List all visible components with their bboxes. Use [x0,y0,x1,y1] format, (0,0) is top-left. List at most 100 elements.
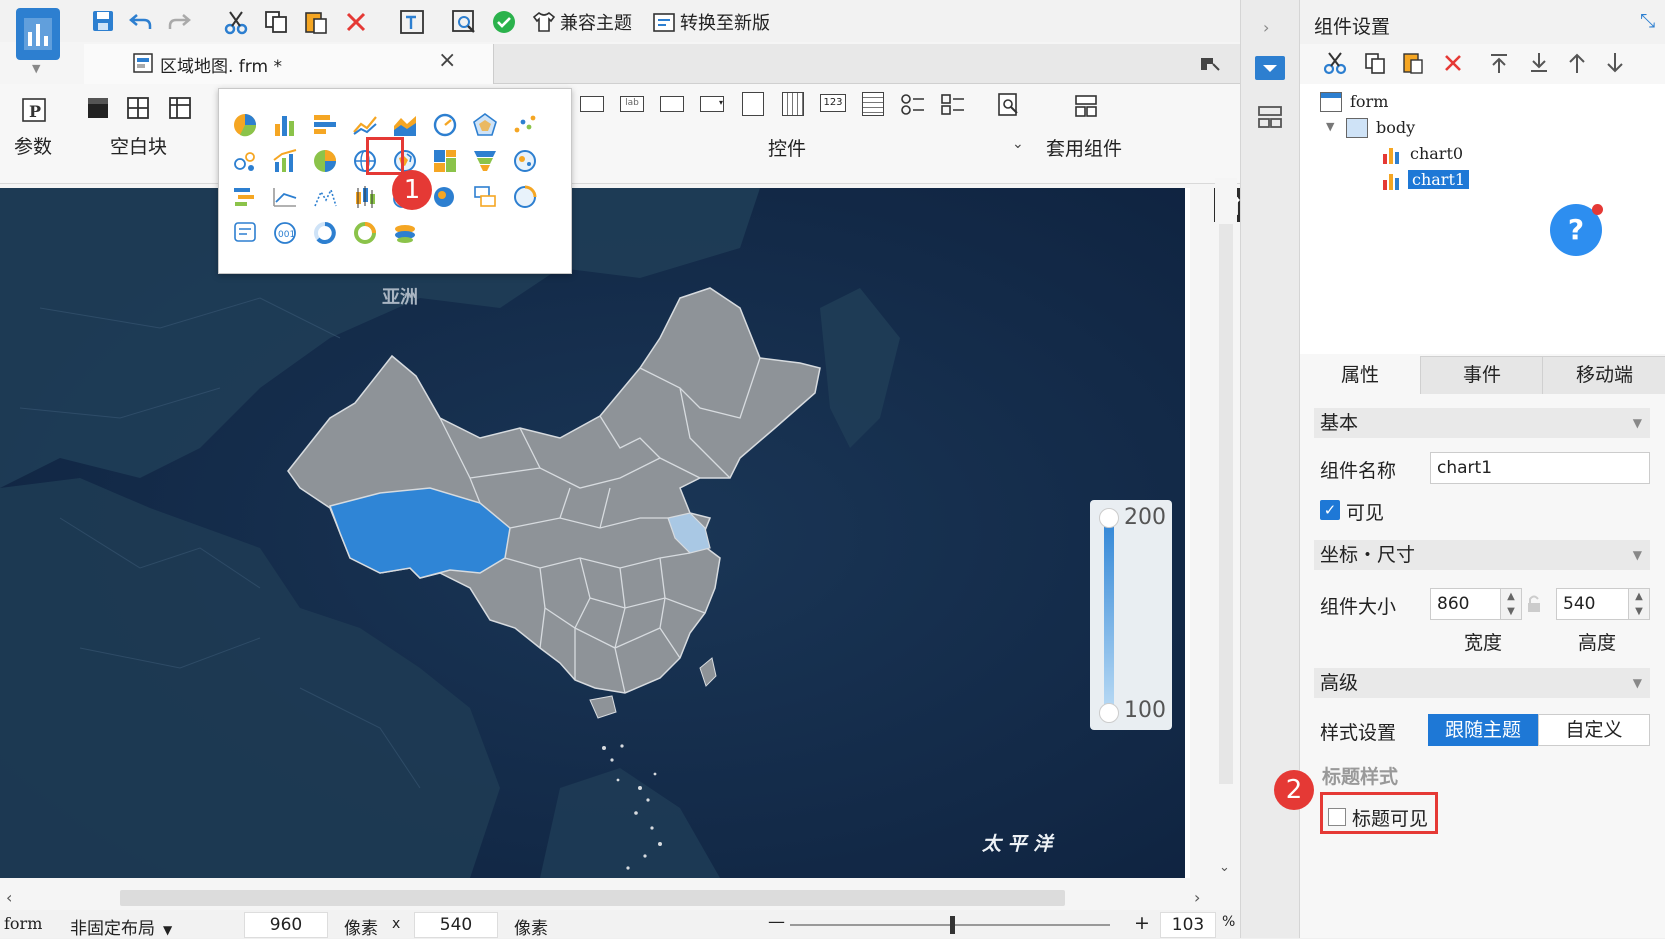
logo-dropdown-icon[interactable]: ▼ [32,62,40,75]
panel-delete-icon[interactable] [1440,50,1466,76]
progress-ring-icon[interactable] [511,183,539,211]
split-block-icon[interactable] [124,94,152,122]
template-component-icon[interactable] [1072,92,1100,120]
app-logo[interactable] [16,8,60,60]
control-expand-icon[interactable]: ⌄ [1012,136,1024,152]
bubble-chart-icon[interactable] [231,147,259,175]
style-follow-theme-button[interactable]: 跟随主题 [1428,714,1538,746]
point-map-icon[interactable] [511,147,539,175]
save-icon[interactable] [90,8,116,34]
panel-paste-icon[interactable] [1400,50,1426,76]
coord-section-header[interactable]: 坐标・尺寸 ▼ [1314,540,1650,570]
visible-checkbox[interactable]: ✓ [1320,500,1340,520]
undo-icon[interactable] [128,8,154,34]
parameter-icon[interactable]: P [20,96,48,124]
gantt-chart-icon[interactable] [231,183,259,211]
tree-node-chart1-selected[interactable]: chart1 [1408,170,1470,189]
collapse-panel-icon[interactable]: ⤡ [1640,10,1655,32]
tree-node-chart0[interactable]: chart0 [1410,144,1463,163]
tab-properties[interactable]: 属性 [1300,356,1421,394]
3d-pie-icon[interactable] [311,147,339,175]
radar-chart-icon[interactable] [471,111,499,139]
theme-button[interactable]: 兼容主题 [532,8,632,36]
tree-node-body[interactable]: body [1376,118,1415,137]
gauge-chart-icon[interactable] [431,111,459,139]
range-chart-icon[interactable] [271,183,299,211]
china-region-map[interactable]: 亚洲 太 平 洋 [0,188,1190,878]
text-chart-icon[interactable] [231,219,259,247]
advanced-section-header[interactable]: 高级 ▼ [1314,668,1650,698]
style-custom-button[interactable]: 自定义 [1538,714,1650,746]
zoom-in-button[interactable]: + [1134,912,1150,934]
tab-close-icon[interactable]: × [438,48,456,73]
tab-events[interactable]: 事件 [1422,356,1543,394]
area-chart-icon[interactable] [391,111,419,139]
visual-map-legend[interactable]: 200 100 [1090,500,1172,730]
panel-copy-icon[interactable] [1362,50,1388,76]
paste-icon[interactable] [302,8,330,36]
table-block-icon[interactable] [166,94,194,122]
zoom-input[interactable]: 103 [1160,912,1216,938]
preview-icon[interactable] [450,8,478,36]
scatter-chart-icon[interactable] [511,111,539,139]
donut-progress-icon[interactable] [311,219,339,247]
widget-frame-icon[interactable] [580,96,604,112]
layout-select[interactable]: 非固定布局 ▼ [70,914,172,939]
panel-cut-icon[interactable] [1322,50,1348,76]
delete-icon[interactable] [342,8,370,36]
zoom-out-button[interactable]: — [768,912,785,932]
vertical-scroll-thumb[interactable] [1219,224,1233,784]
widget-checkbox-icon[interactable] [940,92,966,118]
redo-icon[interactable] [166,8,192,34]
ring-chart-icon[interactable] [351,219,379,247]
pie-chart-icon[interactable] [231,111,259,139]
move-down-icon[interactable] [1602,50,1628,76]
tree-collapse-icon[interactable]: ▼ [1326,120,1334,133]
move-bottom-icon[interactable] [1526,50,1552,76]
canvas-width-input[interactable]: 960 [244,912,328,938]
file-tab[interactable]: 区域地图. frm * × [84,44,494,84]
move-up-icon[interactable] [1564,50,1590,76]
scroll-left-icon[interactable]: ‹ [6,888,12,907]
widget-list-icon[interactable] [742,92,764,116]
legend-bottom-handle[interactable] [1099,703,1119,723]
tree-node-form[interactable]: form [1350,92,1388,111]
width-stepper[interactable]: ▲ ▼ [1500,588,1522,620]
widget-label-icon[interactable]: lab [620,96,644,112]
lock-ratio-icon[interactable] [1526,594,1542,614]
zoom-slider-handle[interactable] [950,916,955,934]
component-name-input[interactable]: chart1 [1430,452,1650,484]
widget-dropdown-icon[interactable]: ▾ [700,96,724,112]
stock-chart-icon[interactable] [351,183,379,211]
component-settings-icon[interactable] [1255,56,1285,80]
expand-right-icon[interactable]: › [1263,18,1269,37]
legend-top-handle[interactable] [1099,508,1119,528]
canvas-height-input[interactable]: 540 [414,912,498,938]
bar-chart-icon[interactable] [271,111,299,139]
frame-chart-icon[interactable] [311,183,339,211]
line-chart-icon[interactable] [351,111,379,139]
horizontal-scroll-thumb[interactable] [120,890,1065,906]
blank-block-icon[interactable] [84,94,112,122]
scroll-right-icon[interactable]: › [1194,888,1200,907]
cut-icon[interactable] [222,8,250,36]
pin-icon[interactable] [1196,50,1222,76]
tab-mobile[interactable]: 移动端 [1544,356,1665,394]
widget-calendar-icon[interactable] [782,92,804,116]
check-icon[interactable] [490,8,518,36]
kpi-card-icon[interactable]: 001 [271,219,299,247]
treemap-chart-icon[interactable] [431,147,459,175]
widget-textfield-icon[interactable] [660,96,684,112]
vertical-scrollbar[interactable]: ⌄ [1215,178,1237,878]
widget-radio-icon[interactable] [900,92,926,118]
scroll-down-icon[interactable]: ⌄ [1219,860,1230,875]
combo-chart-icon[interactable] [271,147,299,175]
convert-button[interactable]: 转换至新版 [652,8,770,36]
design-canvas[interactable]: 亚洲 太 平 洋 [0,188,1190,878]
word-cloud-icon[interactable] [471,183,499,211]
horizontal-bar-icon[interactable] [311,111,339,139]
basic-section-header[interactable]: 基本 ▼ [1314,408,1650,438]
funnel-chart-icon[interactable] [471,147,499,175]
widget-number-icon[interactable]: 123 [820,94,846,112]
widget-search-icon[interactable] [996,92,1022,118]
